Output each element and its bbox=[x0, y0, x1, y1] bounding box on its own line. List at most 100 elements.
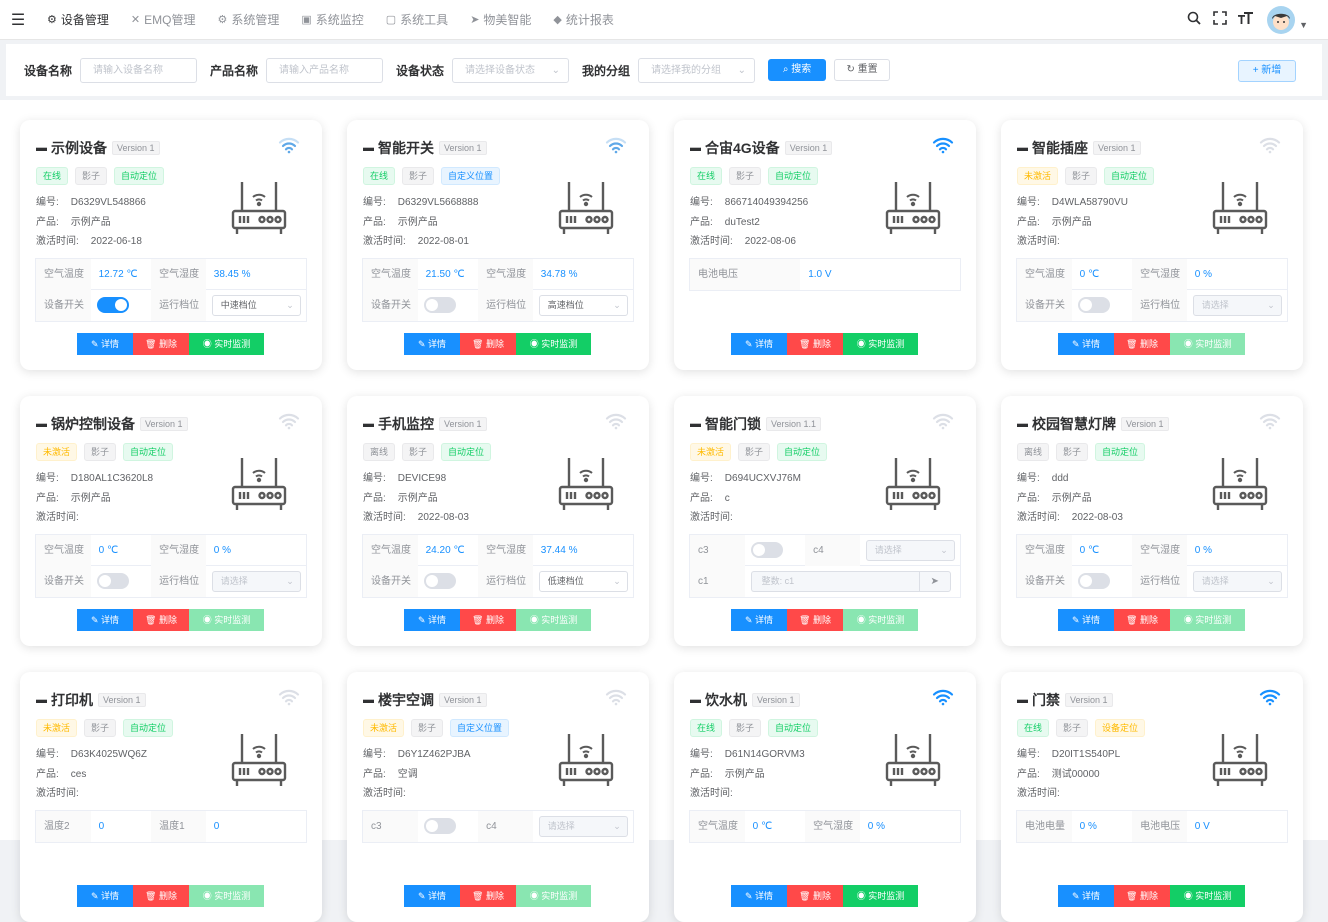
detail-button[interactable]: ✎ 详情 bbox=[1058, 609, 1114, 631]
monitor-button[interactable]: ◉ 实时监测 bbox=[843, 333, 918, 355]
detail-button[interactable]: ✎ 详情 bbox=[731, 333, 787, 355]
wifi-signal-icon bbox=[605, 688, 627, 706]
delete-button[interactable]: 🗑 删除 bbox=[133, 609, 189, 631]
delete-button[interactable]: 🗑 删除 bbox=[460, 609, 516, 631]
send-icon[interactable]: ➤ bbox=[918, 571, 951, 592]
nav-item-2[interactable]: ⚙ 系统管理 bbox=[206, 0, 290, 40]
card-actions: ✎ 详情 🗑 删除 ◉ 实时监测 bbox=[404, 609, 591, 631]
menu-toggle-icon[interactable]: ☰ bbox=[0, 0, 36, 40]
device-switch-toggle[interactable] bbox=[423, 573, 456, 589]
search-button[interactable]: ⌕ 搜索 bbox=[768, 59, 827, 81]
status-tags: 离线 影子 自动定位 bbox=[363, 443, 498, 461]
delete-button[interactable]: 🗑 删除 bbox=[787, 609, 843, 631]
param-label: c3 bbox=[363, 811, 418, 842]
nav-item-4[interactable]: ▢ 系统工具 bbox=[375, 0, 459, 40]
chevron-down-icon: ⌄ bbox=[1267, 300, 1275, 310]
monitor-icon: ◉ bbox=[856, 339, 869, 349]
gear-select[interactable]: 请选择 ⌄ bbox=[211, 571, 301, 592]
detail-button[interactable]: ✎ 详情 bbox=[731, 885, 787, 907]
font-size-icon[interactable] bbox=[1233, 11, 1259, 30]
card-actions: ✎ 详情 🗑 删除 ◉ 实时监测 bbox=[77, 885, 264, 907]
delete-button[interactable]: 🗑 删除 bbox=[460, 333, 516, 355]
delete-button[interactable]: 🗑 删除 bbox=[1114, 885, 1170, 907]
device-switch-toggle[interactable] bbox=[423, 297, 456, 313]
reset-button[interactable]: ↻ 重置 bbox=[834, 59, 891, 81]
device-switch-toggle[interactable] bbox=[423, 818, 456, 834]
device-switch-toggle[interactable] bbox=[1077, 297, 1110, 313]
device-switch-toggle[interactable] bbox=[750, 541, 783, 558]
chevron-down-icon[interactable]: ▼ bbox=[1299, 20, 1308, 30]
wifi-signal-icon bbox=[278, 412, 300, 430]
detail-button[interactable]: ✎ 详情 bbox=[77, 885, 133, 907]
delete-button[interactable]: 🗑 删除 bbox=[133, 885, 189, 907]
monitor-button[interactable]: ◉ 实时监测 bbox=[843, 885, 918, 907]
device-status-select[interactable]: 请选择设备状态 ⌄ bbox=[452, 57, 570, 83]
detail-button[interactable]: ✎ 详情 bbox=[404, 609, 460, 631]
device-active-time: 激活时间: bbox=[690, 508, 745, 523]
fullscreen-icon[interactable] bbox=[1207, 10, 1233, 30]
top-nav-menu: ⚙ 设备管理 ✕ EMQ管理 ⚙ 系统管理 ▣ 系统监控 ▢ 系统工具 ➤ 物美智能 ◆ 统计报表 bbox=[36, 0, 625, 40]
code-label: 编号: bbox=[1017, 473, 1040, 484]
device-code: 编号: D20IT1S540PL bbox=[1017, 745, 1120, 760]
search-button-label: 搜索 bbox=[791, 64, 812, 75]
device-status-label: 设备状态 bbox=[396, 63, 445, 78]
product-name-input[interactable]: 请输入产品名称 bbox=[266, 57, 384, 83]
monitor-button[interactable]: ◉ 实时监测 bbox=[1170, 333, 1245, 355]
gear-select[interactable]: 中速档位 ⌄ bbox=[211, 295, 301, 316]
status-badge: 在线 bbox=[690, 167, 723, 185]
detail-button[interactable]: ✎ 详情 bbox=[731, 609, 787, 631]
trash-icon: 🗑 bbox=[145, 891, 159, 901]
monitor-button[interactable]: ◉ 实时监测 bbox=[1170, 609, 1245, 631]
monitor-button[interactable]: ◉ 实时监测 bbox=[516, 333, 591, 355]
device-switch-toggle[interactable] bbox=[1077, 573, 1110, 589]
monitor-button[interactable]: ◉ 实时监测 bbox=[1170, 885, 1245, 907]
monitor-button[interactable]: ◉ 实时监测 bbox=[189, 885, 264, 907]
device-name-input[interactable]: 请输入设备名称 bbox=[80, 57, 198, 83]
product-value: 示例产品 bbox=[70, 217, 111, 228]
param-value: 1.0 V bbox=[808, 269, 832, 280]
nav-item-1[interactable]: ✕ EMQ管理 bbox=[120, 0, 207, 40]
param-input[interactable]: 整数: c1 bbox=[750, 571, 919, 592]
detail-button[interactable]: ✎ 详情 bbox=[1058, 885, 1114, 907]
product-value: 示例产品 bbox=[724, 769, 765, 780]
search-icon[interactable] bbox=[1181, 11, 1207, 30]
device-name: 示例设备 bbox=[51, 140, 107, 156]
user-avatar[interactable] bbox=[1267, 6, 1296, 34]
nav-item-3[interactable]: ▣ 系统监控 bbox=[290, 0, 374, 40]
gear-select[interactable]: 请选择 ⌄ bbox=[1192, 295, 1282, 316]
group-select[interactable]: 请选择我的分组 ⌄ bbox=[638, 57, 756, 83]
delete-button[interactable]: 🗑 删除 bbox=[460, 885, 516, 907]
add-button[interactable]: + 新增 bbox=[1238, 60, 1296, 82]
product-value: 测试00000 bbox=[1051, 769, 1100, 780]
delete-button[interactable]: 🗑 删除 bbox=[1114, 609, 1170, 631]
detail-button[interactable]: ✎ 详情 bbox=[404, 885, 460, 907]
monitor-button[interactable]: ◉ 实时监测 bbox=[843, 609, 918, 631]
device-switch-toggle[interactable] bbox=[96, 297, 129, 313]
gear-select[interactable]: 请选择 ⌄ bbox=[865, 539, 955, 561]
delete-button[interactable]: 🗑 删除 bbox=[133, 333, 189, 355]
monitor-button-label: 实时监测 bbox=[868, 615, 905, 625]
gear-select[interactable]: 低速档位 ⌄ bbox=[538, 571, 628, 592]
device-active-time: 激活时间: bbox=[363, 784, 418, 799]
version-badge: Version 1 bbox=[752, 693, 800, 707]
detail-button[interactable]: ✎ 详情 bbox=[1058, 333, 1114, 355]
delete-button[interactable]: 🗑 删除 bbox=[787, 333, 843, 355]
detail-button[interactable]: ✎ 详情 bbox=[77, 609, 133, 631]
monitor-button[interactable]: ◉ 实时监测 bbox=[516, 885, 591, 907]
monitor-button[interactable]: ◉ 实时监测 bbox=[189, 609, 264, 631]
detail-button[interactable]: ✎ 详情 bbox=[77, 333, 133, 355]
detail-button[interactable]: ✎ 详情 bbox=[404, 333, 460, 355]
product-value: 示例产品 bbox=[397, 493, 438, 504]
delete-button[interactable]: 🗑 删除 bbox=[1114, 333, 1170, 355]
monitor-button[interactable]: ◉ 实时监测 bbox=[189, 333, 264, 355]
gear-select[interactable]: 请选择 ⌄ bbox=[538, 816, 628, 837]
device-switch-toggle[interactable] bbox=[96, 573, 129, 589]
gear-select[interactable]: 请选择 ⌄ bbox=[1192, 571, 1282, 592]
nav-icon: ▣ bbox=[301, 14, 312, 26]
delete-button[interactable]: 🗑 删除 bbox=[787, 885, 843, 907]
nav-item-5[interactable]: ➤ 物美智能 bbox=[459, 0, 542, 40]
nav-item-6[interactable]: ◆ 统计报表 bbox=[542, 0, 624, 40]
monitor-button[interactable]: ◉ 实时监测 bbox=[516, 609, 591, 631]
gear-select[interactable]: 高速档位 ⌄ bbox=[538, 295, 628, 316]
nav-item-0[interactable]: ⚙ 设备管理 bbox=[36, 0, 120, 40]
